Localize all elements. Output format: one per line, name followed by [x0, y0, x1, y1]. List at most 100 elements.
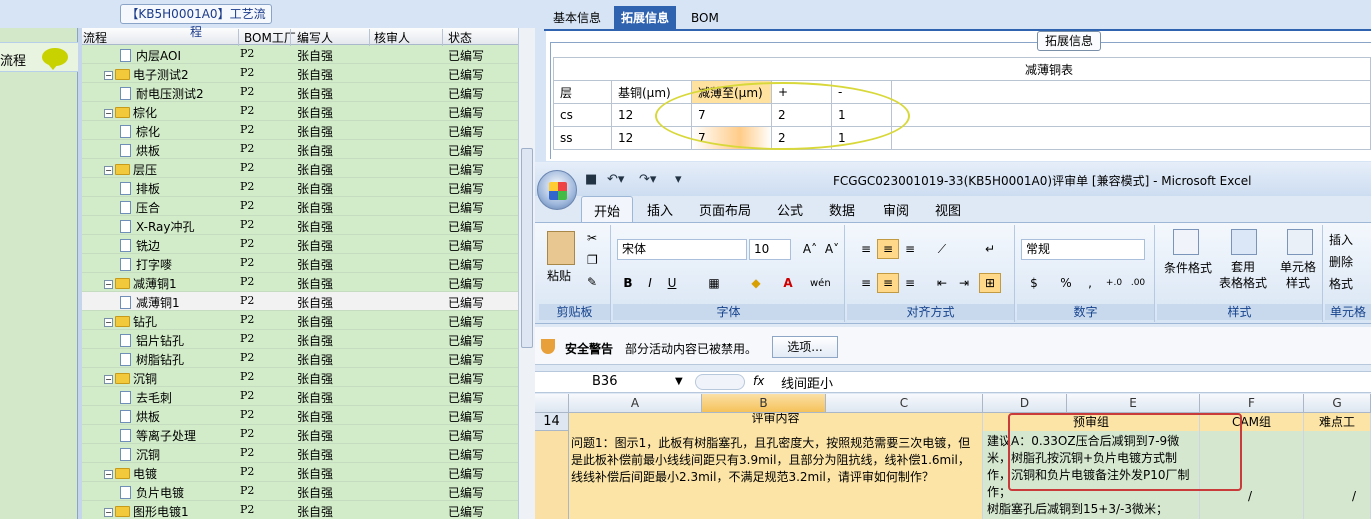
cell-question[interactable]: 问题1：图示1，此板有树脂塞孔，且孔密度大，按照规范需要三次电镀，但是此板补偿前… — [569, 431, 983, 519]
font-name-select[interactable]: 宋体 — [617, 239, 747, 260]
tree-node[interactable]: 沉铜 — [120, 446, 160, 463]
save-icon[interactable]: ■ — [585, 172, 597, 187]
tree-row[interactable]: 沉铜 P2 张自强 已编写 — [82, 444, 518, 463]
tree-node[interactable]: − 钻孔 — [104, 313, 157, 330]
percent-icon[interactable]: % — [1055, 273, 1077, 293]
table-format-button[interactable]: 套用 表格格式 — [1215, 259, 1271, 291]
col-header-status[interactable]: 状态 — [448, 29, 472, 46]
tree-node[interactable]: − 减薄铜1 — [104, 275, 177, 292]
col-header-a[interactable]: A — [569, 394, 702, 413]
tree-row[interactable]: 烘板 P2 张自强 已编写 — [82, 406, 518, 425]
col-header-e[interactable]: E — [1067, 394, 1200, 413]
collapse-icon[interactable]: − — [104, 375, 113, 384]
formula-input[interactable]: 线间距小 — [781, 373, 833, 392]
tab-basic-info[interactable]: 基本信息 — [546, 6, 608, 31]
collapse-icon[interactable]: − — [104, 470, 113, 479]
tree-row[interactable]: 铝片钻孔 P2 张自强 已编写 — [82, 330, 518, 349]
tree-node[interactable]: 排板 — [120, 180, 160, 197]
tree-row[interactable]: 压合 P2 张自强 已编写 — [82, 197, 518, 216]
cell-layer[interactable]: cs — [553, 103, 612, 127]
tree-node[interactable]: − 电镀 — [104, 465, 157, 482]
border-icon[interactable]: ▦ — [703, 273, 725, 293]
tree-node[interactable]: − 沉铜 — [104, 370, 157, 387]
conditional-format-button[interactable]: 条件格式 — [1161, 259, 1215, 276]
ribbon-tab-formulas[interactable]: 公式 — [777, 200, 803, 219]
number-format-select[interactable]: 常规 — [1021, 239, 1145, 260]
collapse-icon[interactable]: − — [104, 71, 113, 80]
tree-node[interactable]: 烘板 — [120, 408, 160, 425]
comma-icon[interactable]: , — [1079, 273, 1101, 293]
cell-style-icon[interactable] — [1287, 229, 1313, 255]
undo-icon[interactable]: ↶▾ — [607, 172, 624, 187]
select-all[interactable] — [535, 394, 569, 413]
row-header-14[interactable]: 14 — [535, 413, 569, 431]
ribbon-tab-insert[interactable]: 插入 — [647, 200, 673, 219]
tree-row[interactable]: − 电镀 P2 张自强 已编写 — [82, 463, 518, 482]
tree-row[interactable]: 铣边 P2 张自强 已编写 — [82, 235, 518, 254]
tree-row[interactable]: − 棕化 P2 张自强 已编写 — [82, 102, 518, 121]
collapse-icon[interactable]: − — [104, 280, 113, 289]
indent-decrease-icon[interactable]: ⇤ — [931, 273, 953, 293]
tree-row[interactable]: 排板 P2 张自强 已编写 — [82, 178, 518, 197]
fx-icon[interactable]: fx — [753, 374, 764, 388]
name-box-dropdown-icon[interactable]: ▼ — [675, 376, 683, 387]
tree-row[interactable]: X-Ray冲孔 P2 张自强 已编写 — [82, 216, 518, 235]
cut-icon[interactable]: ✂ — [587, 231, 597, 245]
underline-icon[interactable]: U — [661, 273, 683, 293]
ribbon-tab-review[interactable]: 审阅 — [883, 200, 909, 219]
name-box[interactable]: B36 — [535, 372, 693, 392]
ribbon-tab-layout[interactable]: 页面布局 — [699, 200, 751, 219]
tree-row[interactable]: 负片电镀 P2 张自强 已编写 — [82, 482, 518, 501]
collapse-icon[interactable]: − — [104, 109, 113, 118]
align-bottom-icon[interactable]: ≡ — [899, 239, 921, 259]
tree-row[interactable]: − 图形电镀1 P2 张自强 已编写 — [82, 501, 518, 519]
tree-node[interactable]: 树脂钻孔 — [120, 351, 184, 368]
align-right-icon[interactable]: ≡ — [899, 273, 921, 293]
tree-node[interactable]: 负片电镀 — [120, 484, 184, 501]
cell-difficulty-value[interactable]: / — [1304, 431, 1371, 519]
table-format-icon[interactable] — [1231, 229, 1257, 255]
scroll-thumb[interactable] — [521, 148, 533, 348]
tree-row[interactable]: − 层压 P2 张自强 已编写 — [82, 159, 518, 178]
tree-node[interactable]: X-Ray冲孔 — [120, 218, 194, 235]
indent-increase-icon[interactable]: ⇥ — [953, 273, 975, 293]
align-left-icon[interactable]: ≡ — [855, 273, 877, 293]
tree-node[interactable]: − 棕化 — [104, 104, 157, 121]
col-header-editor[interactable]: 编写人 — [297, 29, 333, 46]
tree-row[interactable]: − 电子测试2 P2 张自强 已编写 — [82, 64, 518, 83]
tree-row[interactable]: 树脂钻孔 P2 张自强 已编写 — [82, 349, 518, 368]
insert-cells-button[interactable]: 插入 — [1329, 231, 1353, 248]
col-header-bom[interactable]: BOM工厂 — [244, 29, 296, 46]
tree-scrollbar[interactable] — [518, 28, 535, 519]
decrease-decimal-icon[interactable]: .00 — [1127, 273, 1149, 293]
collapse-icon[interactable]: − — [104, 166, 113, 175]
nav-item-flow[interactable]: 流程 — [0, 42, 78, 72]
tree-row[interactable]: − 钻孔 P2 张自强 已编写 — [82, 311, 518, 330]
format-painter-icon[interactable]: ✎ — [587, 275, 597, 289]
font-color-icon[interactable]: A — [777, 273, 799, 293]
tab-bom[interactable]: BOM — [684, 6, 726, 31]
orientation-icon[interactable]: ⟋ — [931, 239, 953, 259]
cell-layer[interactable]: ss — [553, 126, 612, 150]
align-top-icon[interactable]: ≡ — [855, 239, 877, 259]
ribbon-tab-view[interactable]: 视图 — [935, 200, 961, 219]
tree-node[interactable]: − 电子测试2 — [104, 66, 189, 83]
tree-node[interactable]: 耐电压测试2 — [120, 85, 204, 102]
tree-row[interactable]: 去毛刺 P2 张自强 已编写 — [82, 387, 518, 406]
tree-row[interactable]: 耐电压测试2 P2 张自强 已编写 — [82, 83, 518, 102]
ribbon-tab-home[interactable]: 开始 — [581, 196, 634, 223]
copy-icon[interactable]: ❐ — [587, 253, 598, 267]
conditional-format-icon[interactable] — [1173, 229, 1199, 255]
col-header-d[interactable]: D — [983, 394, 1067, 413]
col-header-b[interactable]: B — [702, 394, 826, 413]
customize-qat-icon[interactable]: ▾ — [675, 172, 682, 187]
col-header-flow[interactable]: 流程 — [83, 29, 107, 46]
tree-row[interactable]: 打字嘜 P2 张自强 已编写 — [82, 254, 518, 273]
tree-row[interactable]: 棕化 P2 张自强 已编写 — [82, 121, 518, 140]
row-header-15[interactable] — [535, 431, 569, 519]
col-header-g[interactable]: G — [1304, 394, 1371, 413]
collapse-icon[interactable]: − — [104, 508, 113, 517]
tree-node[interactable]: − 层压 — [104, 161, 157, 178]
delete-cells-button[interactable]: 删除 — [1329, 253, 1353, 270]
tree-node[interactable]: 铣边 — [120, 237, 160, 254]
